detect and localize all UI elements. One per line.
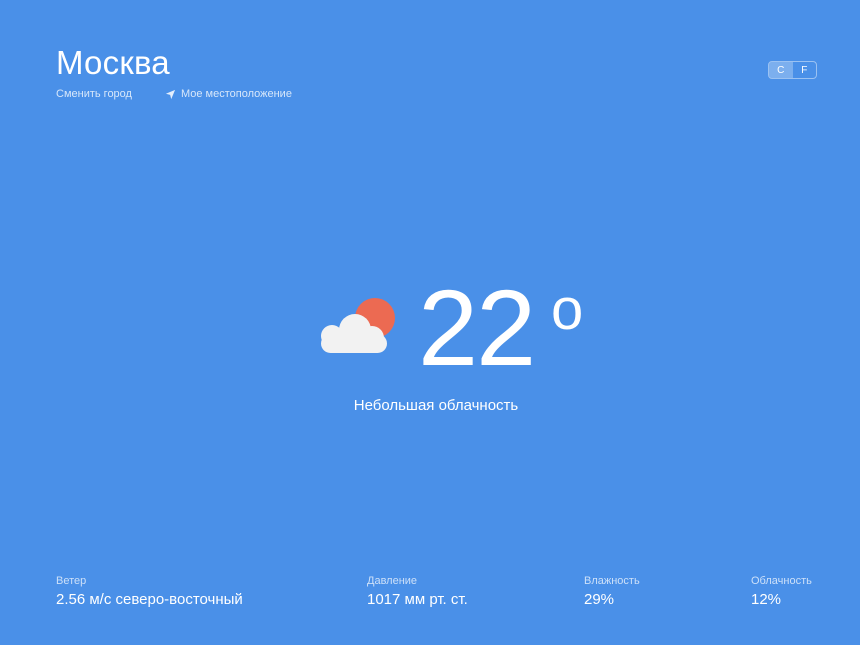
humidity-value: 29% <box>584 591 615 608</box>
humidity-label: Влажность <box>584 575 640 587</box>
wind-stat: Ветер 2.56 м/с северо-восточный <box>56 575 243 610</box>
weather-description: Небольшая облачность <box>353 397 519 414</box>
location-arrow-icon <box>165 89 176 99</box>
pressure-label: Давление <box>367 575 418 587</box>
pressure-stat: Давление 1017 мм рт. ст. <box>367 575 468 610</box>
wind-value: 2.56 м/с северо-восточный <box>56 591 243 608</box>
degree-symbol: o <box>551 277 584 342</box>
wind-label: Ветер <box>56 575 87 587</box>
my-location-link[interactable]: Мое местоположение <box>165 88 292 100</box>
cloudiness-stat: Облачность 12% <box>751 575 812 610</box>
pressure-value: 1017 мм рт. ст. <box>367 591 468 608</box>
header-links: Сменить город Мое местоположение <box>56 88 292 100</box>
my-location-label: Мое местоположение <box>180 88 292 100</box>
city-name: Москва <box>56 44 170 81</box>
celsius-toggle[interactable]: C <box>769 62 793 78</box>
change-city-link[interactable]: Сменить город <box>56 88 132 100</box>
fahrenheit-toggle[interactable]: F <box>793 62 817 78</box>
header: Москва Сменить город Мое местоположение <box>56 44 292 100</box>
humidity-stat: Влажность 29% <box>584 575 640 610</box>
unit-toggle: C F <box>768 61 817 79</box>
cloudiness-value: 12% <box>751 591 782 608</box>
partly-cloudy-icon <box>321 298 395 353</box>
cloudiness-label: Облачность <box>751 575 812 587</box>
temperature-value: 22 <box>418 267 536 388</box>
